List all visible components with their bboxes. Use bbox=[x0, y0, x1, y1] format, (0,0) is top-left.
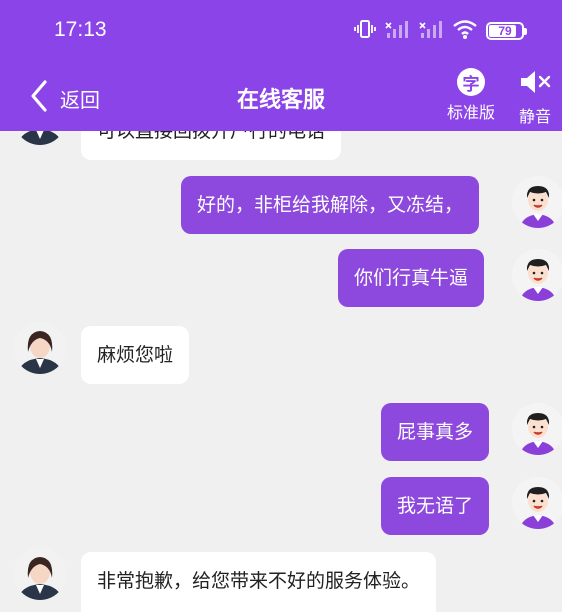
speaker-mute-icon bbox=[518, 68, 552, 100]
status-icons: 79 bbox=[354, 18, 527, 44]
message-bubble-user: 你们行真牛逼 bbox=[338, 249, 485, 307]
message-bubble-agent: 非常抱歉，给您带来不好的服务体验。 bbox=[81, 552, 437, 612]
back-button[interactable]: 返回 bbox=[30, 78, 100, 118]
back-label: 返回 bbox=[60, 87, 100, 112]
chevron-left-icon bbox=[30, 79, 48, 117]
mute-button[interactable]: 静音 bbox=[518, 68, 552, 127]
vibrate-icon bbox=[354, 18, 376, 44]
mute-label: 静音 bbox=[518, 107, 551, 126]
standard-version-button[interactable]: 字 标准版 bbox=[447, 68, 495, 123]
user-avatar[interactable] bbox=[512, 176, 562, 228]
agent-avatar[interactable] bbox=[14, 548, 66, 600]
message-bubble-agent: 麻烦您啦 bbox=[81, 326, 190, 384]
signal-icon bbox=[418, 18, 444, 44]
app-header: 17:13 79 返回 在线客服 字 标准版 静音 bbox=[0, 0, 562, 131]
standard-version-label: 标准版 bbox=[447, 103, 496, 122]
battery-level: 79 bbox=[498, 24, 512, 38]
user-avatar[interactable] bbox=[512, 403, 562, 455]
status-bar: 17:13 79 bbox=[0, 0, 562, 62]
user-avatar[interactable] bbox=[512, 477, 562, 529]
battery-icon: 79 bbox=[486, 22, 527, 40]
agent-avatar[interactable] bbox=[14, 322, 66, 374]
signal-icon bbox=[384, 18, 410, 44]
user-avatar[interactable] bbox=[512, 249, 562, 301]
message-bubble-user: 好的，非柜给我解除，又冻结， bbox=[181, 176, 480, 234]
message-bubble-user: 屁事真多 bbox=[381, 403, 490, 461]
message-bubble-user: 我无语了 bbox=[381, 477, 490, 535]
wifi-icon bbox=[452, 18, 478, 44]
font-icon: 字 bbox=[457, 68, 485, 96]
status-time: 17:13 bbox=[54, 18, 107, 41]
